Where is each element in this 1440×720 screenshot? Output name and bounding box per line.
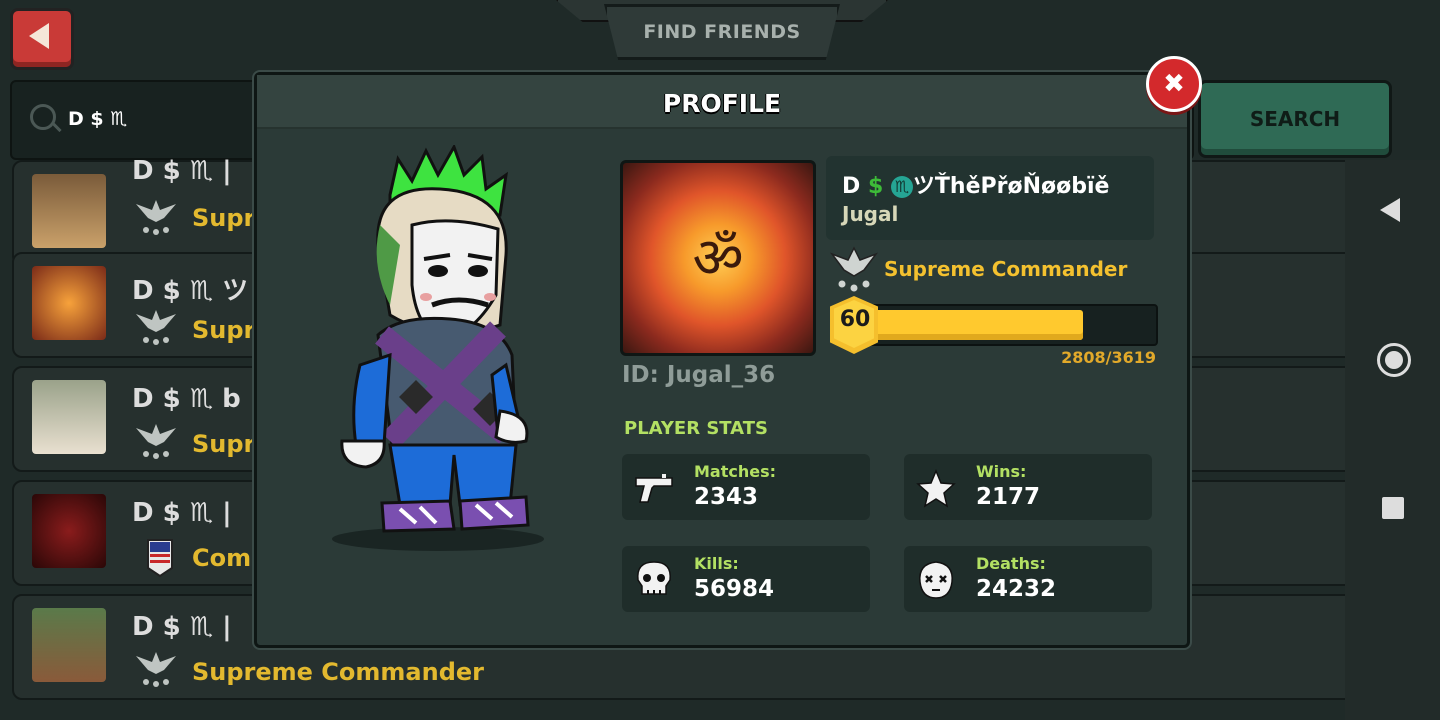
real-name: Jugal — [842, 202, 899, 226]
xp-text: 2808/3619 — [1061, 348, 1156, 367]
stat-value: 24232 — [976, 576, 1057, 602]
eagle-rank-icon — [830, 246, 878, 292]
stat-value: 2343 — [694, 484, 759, 510]
page-title: FIND FRIENDS — [604, 4, 840, 60]
stat-label: Wins: — [976, 462, 1027, 481]
star-icon — [916, 469, 956, 508]
avatar — [32, 266, 106, 340]
name-letter: D — [842, 174, 861, 199]
player-name: D $ ♏ b — [132, 384, 241, 414]
player-name: D $ ♏ | — [132, 612, 232, 642]
close-button[interactable]: ✖ — [1146, 56, 1202, 112]
name-suffix: ツŤhěPřøŇøøbïě — [912, 174, 1110, 199]
player-name: D $ ♏ ツŤhěPřøŇøøbïě — [842, 168, 1109, 200]
stat-label: Deaths: — [976, 554, 1046, 573]
xp-progress-bar — [860, 304, 1158, 346]
avatar — [32, 608, 106, 682]
stat-kills: Kills: 56984 — [622, 546, 870, 612]
nav-recents-icon[interactable] — [1382, 497, 1404, 519]
eagle-rank-icon — [136, 424, 176, 459]
nav-home-icon[interactable] — [1377, 343, 1411, 377]
stat-wins: Wins: 2177 — [904, 454, 1152, 520]
close-icon: ✖ — [1163, 69, 1185, 99]
rank-label: Supreme Commander — [884, 257, 1128, 281]
stats-title: PLAYER STATS — [624, 418, 768, 439]
xp-progress-fill — [874, 310, 1083, 340]
level-number: 60 — [839, 307, 871, 332]
om-symbol-icon: ॐ — [692, 226, 744, 291]
system-nav-bar — [1345, 160, 1440, 720]
modal-header: PROFILE — [257, 75, 1187, 129]
pistol-icon — [635, 474, 673, 503]
stat-value: 2177 — [976, 484, 1041, 510]
stat-label: Matches: — [694, 462, 777, 481]
eagle-rank-icon — [136, 200, 176, 235]
avatar — [32, 380, 106, 454]
flag-rank-icon — [147, 539, 173, 578]
dead-face-icon — [919, 561, 953, 599]
name-dollar: $ — [867, 174, 884, 199]
player-name: D $ ♏ | — [132, 156, 232, 186]
player-id: ID: Jugal_36 — [622, 362, 776, 388]
player-rank: Supreme Commander — [192, 658, 484, 686]
profile-picture: ॐ — [620, 160, 816, 356]
back-arrow-icon — [29, 23, 49, 49]
stat-deaths: Deaths: 24232 — [904, 546, 1152, 612]
nav-back-icon[interactable] — [1380, 198, 1400, 222]
stat-value: 56984 — [694, 576, 775, 602]
avatar — [32, 494, 106, 568]
search-button[interactable]: SEARCH — [1198, 80, 1392, 158]
eagle-rank-icon — [136, 310, 176, 345]
search-icon — [30, 104, 56, 130]
avatar — [32, 174, 106, 248]
modal-title: PROFILE — [662, 89, 782, 118]
stat-label: Kills: — [694, 554, 739, 573]
find-friends-banner: FIND FRIENDS — [556, 0, 888, 60]
search-value: D $ ♏ — [68, 108, 128, 130]
player-name: D $ ♏ | — [132, 498, 232, 528]
back-button[interactable] — [10, 8, 74, 70]
skull-icon — [637, 561, 671, 595]
eagle-rank-icon — [136, 652, 176, 687]
stat-matches: Matches: 2343 — [622, 454, 870, 520]
scorpio-symbol-icon: ♏ — [890, 176, 913, 198]
character-avatar — [332, 145, 544, 551]
player-name: D $ ♏ ツ — [132, 276, 249, 306]
name-card: D $ ♏ ツŤhěPřøŇøøbïě Jugal — [826, 156, 1154, 240]
